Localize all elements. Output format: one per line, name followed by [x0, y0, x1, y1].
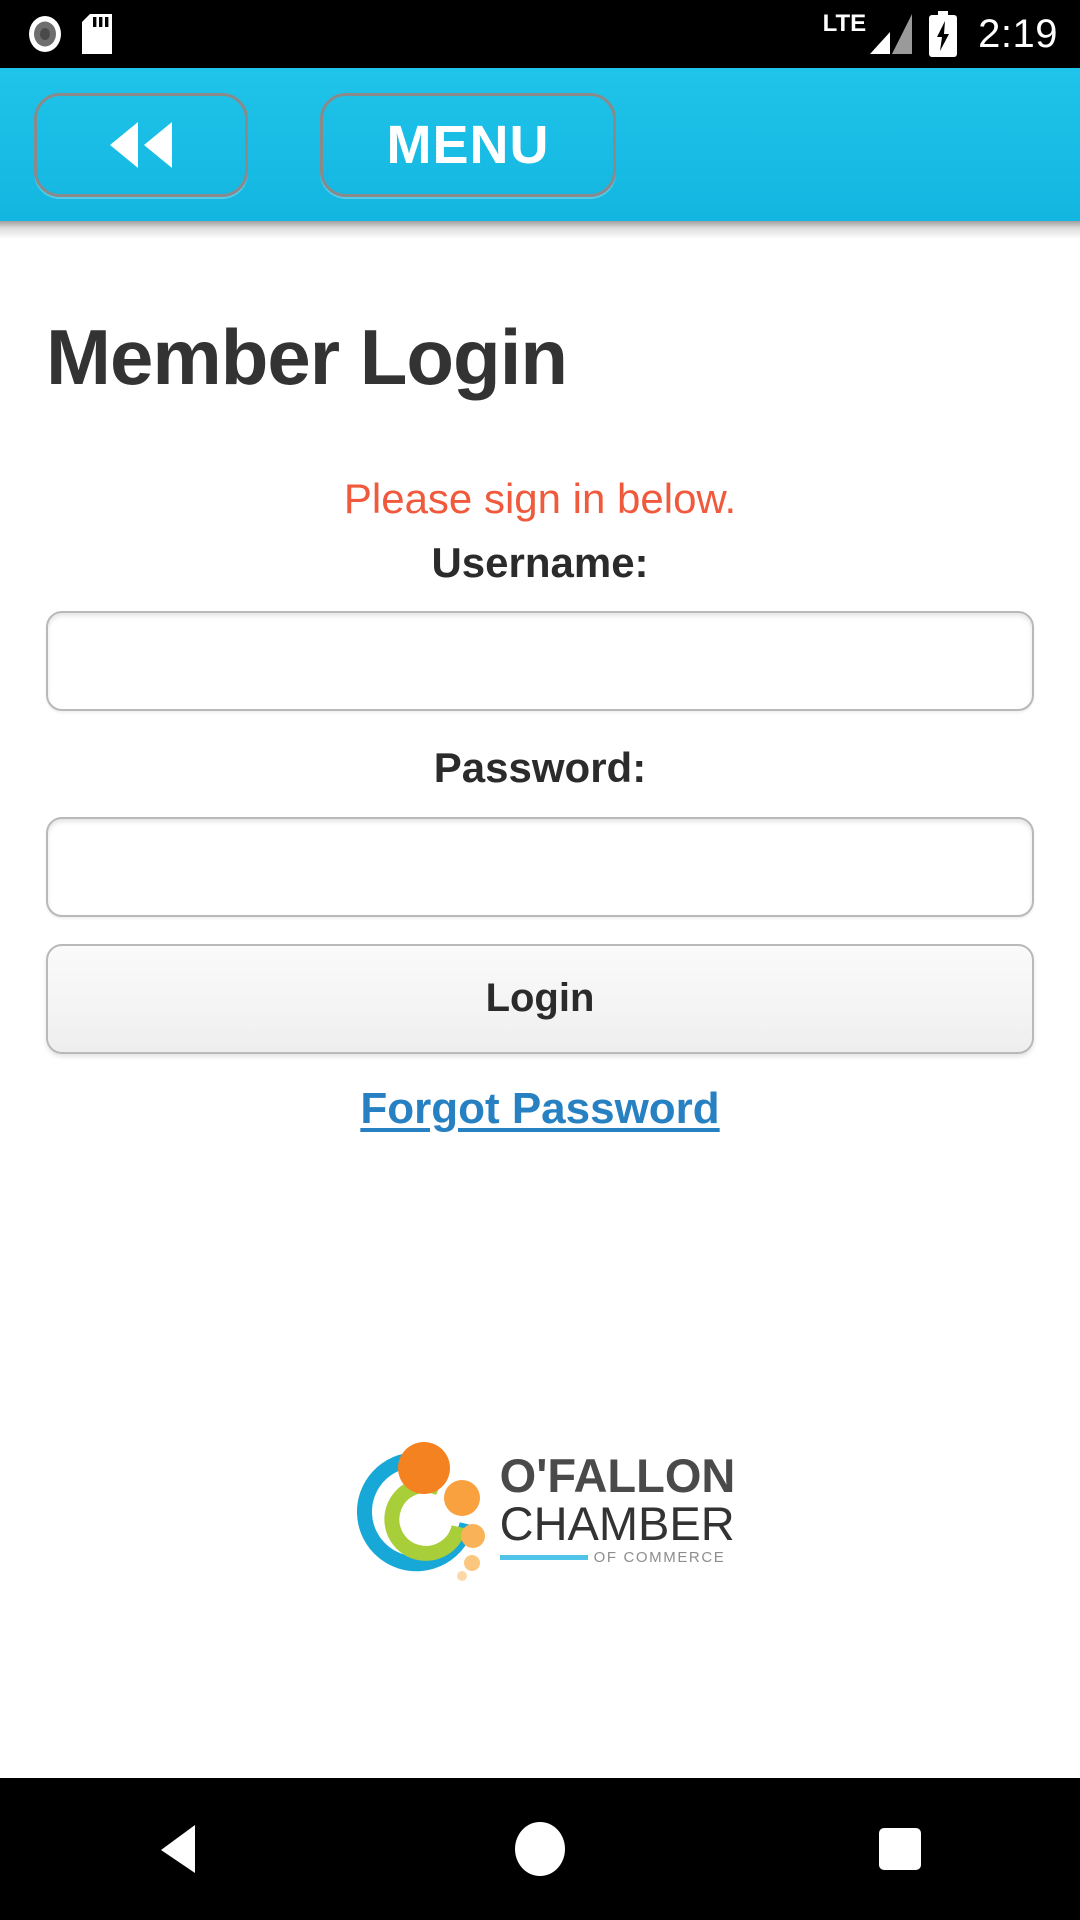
sd-card-icon	[82, 14, 112, 54]
status-bar: LTE 2:19	[0, 0, 1080, 68]
camera-dot-icon	[29, 16, 61, 52]
square-recents-icon	[879, 1828, 921, 1870]
android-nav-bar	[0, 1778, 1080, 1920]
back-button[interactable]	[34, 92, 248, 197]
status-bar-right-icons: LTE 2:19	[823, 11, 1058, 57]
battery-charging-icon	[929, 11, 958, 57]
password-input[interactable]	[46, 816, 1034, 917]
nav-recents-button[interactable]	[810, 1778, 990, 1920]
chamber-logo: O'FALLON CHAMBER OF COMMERCE	[0, 1436, 1080, 1581]
status-bar-left-icons	[26, 14, 112, 54]
forgot-password-row: Forgot Password	[46, 1084, 1034, 1134]
username-input[interactable]	[46, 611, 1034, 712]
password-label: Password:	[433, 744, 647, 792]
circle-home-icon	[515, 1822, 565, 1876]
chamber-logo-mark-icon	[356, 1442, 485, 1581]
forgot-password-link[interactable]: Forgot Password	[360, 1084, 719, 1134]
logo-rule-divider	[499, 1555, 588, 1561]
signin-message: Please sign in below.	[343, 475, 737, 522]
app-header: MENU	[0, 68, 1080, 239]
menu-button-label: MENU	[386, 114, 550, 175]
chamber-logo-text: O'FALLON CHAMBER OF COMMERCE	[499, 1448, 736, 1567]
menu-button[interactable]: MENU	[320, 92, 616, 197]
page-title: Member Login	[46, 313, 568, 401]
logo-line-ofallon: O'FALLON	[499, 1448, 736, 1502]
logo-line-chamber: CHAMBER	[499, 1496, 735, 1550]
phone-screen: LTE 2:19 MENU Member Login Please sign i…	[0, 0, 1080, 1920]
logo-tagline-row: OF COMMERCE	[499, 1549, 736, 1567]
nav-back-button[interactable]	[90, 1778, 270, 1920]
network-type-label: LTE	[822, 10, 867, 37]
status-bar-clock: 2:19	[978, 12, 1058, 56]
main-content: Member Login Please sign in below. Usern…	[0, 221, 1080, 1778]
logo-line-of-commerce: OF COMMERCE	[593, 1549, 726, 1567]
signal-bars-icon	[870, 14, 913, 54]
username-label: Username:	[431, 539, 649, 587]
triangle-back-icon	[161, 1825, 195, 1873]
double-chevron-left-icon	[102, 118, 180, 172]
login-button[interactable]: Login	[46, 943, 1034, 1054]
nav-home-button[interactable]	[450, 1778, 630, 1920]
